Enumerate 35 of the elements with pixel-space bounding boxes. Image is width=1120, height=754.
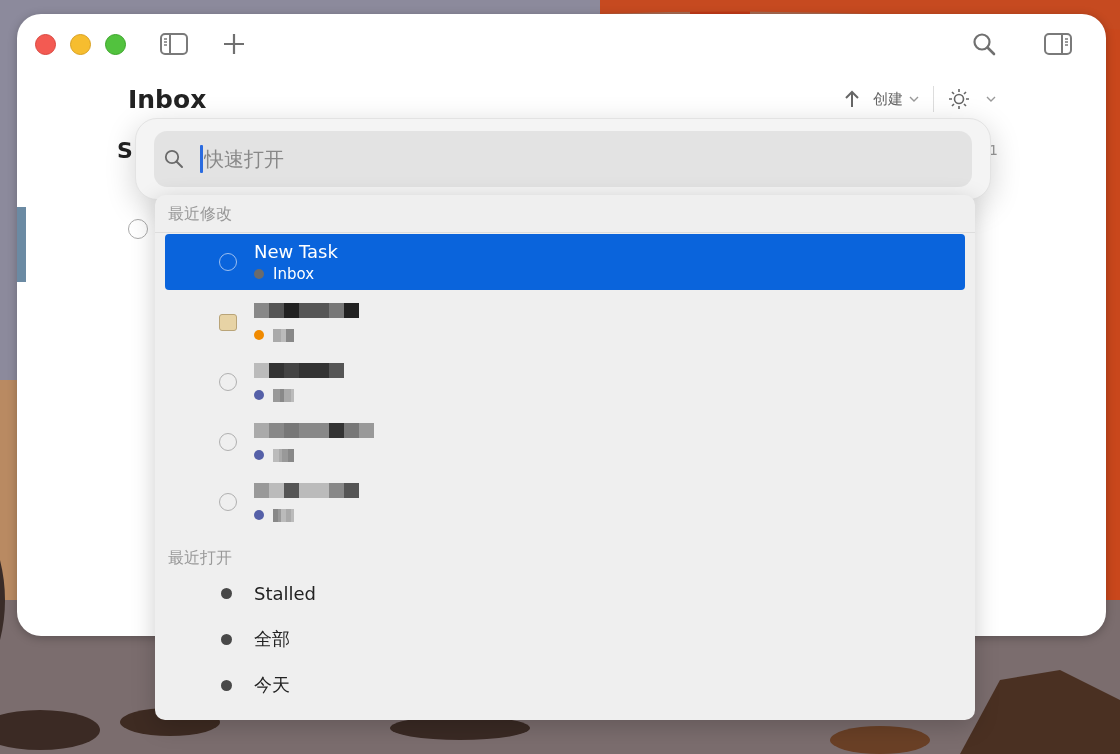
- search-icon[interactable]: [972, 32, 996, 56]
- sun-icon[interactable]: [948, 88, 970, 110]
- zoom-button[interactable]: [105, 33, 126, 55]
- section-heading: 最近打开: [167, 547, 233, 569]
- pixelated-text: [273, 508, 294, 522]
- chevron-down-icon[interactable]: [986, 96, 996, 102]
- pixelated-text: [273, 328, 294, 342]
- arrow-up-icon[interactable]: [845, 90, 859, 108]
- create-button[interactable]: 创建: [873, 89, 903, 109]
- perspective-icon: [221, 633, 232, 645]
- item-title: 全部: [254, 627, 290, 651]
- perspective-icon: [221, 679, 232, 691]
- search-field[interactable]: 快速打开: [154, 131, 972, 187]
- pixelated-text: [273, 388, 294, 402]
- chevron-down-icon[interactable]: [909, 96, 919, 102]
- perspective-item[interactable]: Stalled: [165, 570, 965, 616]
- task-item[interactable]: New Task Inbox: [165, 234, 965, 290]
- minimize-button[interactable]: [70, 33, 91, 55]
- close-button[interactable]: [35, 33, 56, 55]
- perspective-item[interactable]: 今天: [165, 662, 965, 708]
- section-heading: 最近修改: [167, 203, 233, 225]
- sidebar-icon[interactable]: [160, 33, 188, 55]
- add-icon[interactable]: [223, 33, 245, 55]
- inspector-icon[interactable]: [1044, 33, 1072, 55]
- item-title: 今天: [254, 673, 290, 697]
- briefcase-icon: [219, 313, 237, 331]
- window-title: Inbox: [128, 84, 207, 114]
- count-label: 1: [989, 142, 998, 160]
- project-label: Inbox: [273, 265, 315, 283]
- pixelated-text: [273, 448, 294, 462]
- perspective-icon: [221, 587, 232, 599]
- section-heading: S: [117, 138, 133, 163]
- item-title: Stalled: [254, 582, 316, 604]
- perspective-item[interactable]: 全部: [165, 616, 965, 662]
- task-title: New Task: [254, 241, 338, 263]
